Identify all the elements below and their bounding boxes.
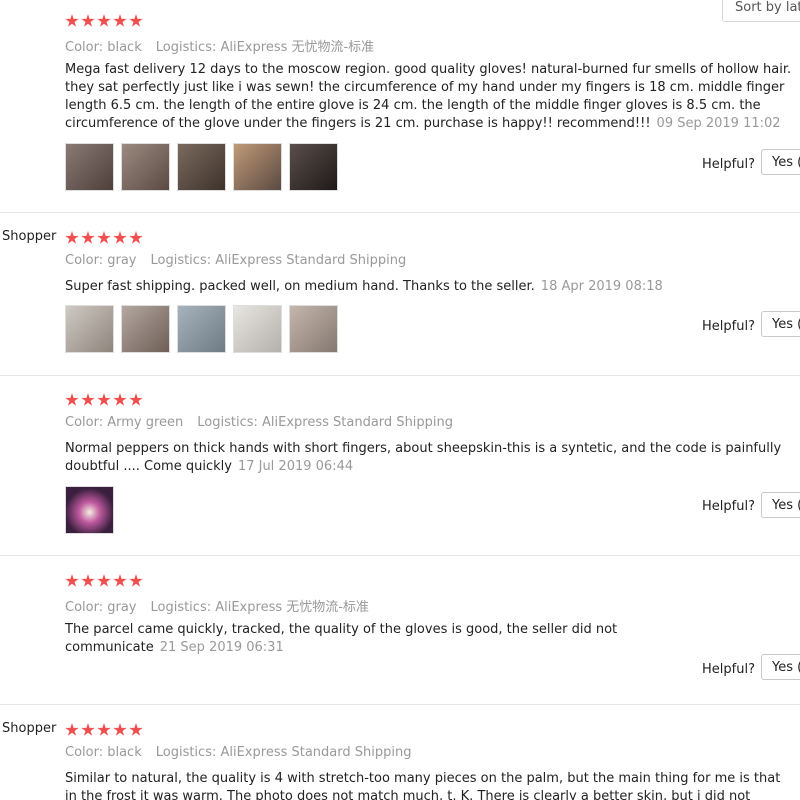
review-color: Color: gray (65, 253, 137, 268)
review-photos (65, 305, 338, 355)
review-divider (0, 555, 800, 556)
sort-dropdown[interactable]: Sort by late (722, 0, 800, 22)
star-icon (97, 14, 111, 27)
helpful-label: Helpful? (702, 157, 755, 172)
review-text: Normal peppers on thick hands with short… (65, 440, 795, 476)
review-photo-thumbnail[interactable] (289, 143, 338, 191)
review-date: 18 Apr 2019 08:18 (540, 279, 663, 294)
star-rating (65, 722, 145, 738)
review-photo-thumbnail[interactable] (233, 305, 282, 353)
review-body: Similar to natural, the quality is 4 wit… (65, 771, 781, 800)
star-icon (81, 574, 95, 587)
star-icon (65, 574, 79, 587)
review-photo-thumbnail[interactable] (177, 143, 226, 191)
review-logistics: Logistics: AliExpress 无忧物流-标准 (150, 600, 369, 615)
helpful-yes-button[interactable]: Yes ( (761, 492, 800, 518)
star-icon (113, 723, 127, 736)
review-date: 17 Jul 2019 06:44 (237, 459, 354, 474)
star-icon (65, 14, 79, 27)
helpful-label: Helpful? (702, 319, 755, 334)
review-divider (0, 704, 800, 705)
star-rating (65, 230, 145, 246)
star-icon (97, 231, 111, 244)
review-meta: Color: black Logistics: AliExpress 无忧物流-标… (65, 36, 374, 55)
review-divider (0, 375, 800, 376)
review-photos (65, 143, 338, 193)
star-icon (65, 723, 79, 736)
helpful-label: Helpful? (702, 662, 755, 677)
review-photo-thumbnail[interactable] (65, 305, 114, 353)
star-icon (113, 393, 127, 406)
star-icon (129, 14, 143, 27)
star-icon (97, 393, 111, 406)
review-meta: Color: gray Logistics: AliExpress Standar… (65, 253, 406, 268)
review-text: Super fast shipping. packed well, on med… (65, 278, 795, 296)
star-icon (129, 231, 143, 244)
reviews-page: Sort by late Color: black Logistics: AliE… (0, 0, 800, 800)
review-photo-thumbnail[interactable] (65, 143, 114, 191)
review-body: Super fast shipping. packed well, on med… (65, 279, 535, 294)
review-color: Color: gray (65, 600, 137, 615)
star-icon (129, 723, 143, 736)
star-icon (65, 393, 79, 406)
review-meta: Color: black Logistics: AliExpress Standa… (65, 745, 411, 760)
review-divider (0, 212, 800, 213)
star-icon (97, 723, 111, 736)
star-icon (81, 393, 95, 406)
star-icon (129, 574, 143, 587)
helpful-yes-button[interactable]: Yes ( (761, 654, 800, 680)
helpful-label: Helpful? (702, 499, 755, 514)
review-logistics: Logistics: AliExpress Standard Shipping (150, 253, 407, 268)
review-photos (65, 486, 114, 536)
review-meta: Color: Army green Logistics: AliExpress S… (65, 415, 453, 430)
review-meta: Color: gray Logistics: AliExpress 无忧物流-标准 (65, 596, 369, 615)
review-body: Normal peppers on thick hands with short… (65, 441, 782, 474)
review-text: Similar to natural, the quality is 4 wit… (65, 770, 795, 800)
review-color: Color: black (65, 40, 142, 55)
star-icon (113, 574, 127, 587)
star-icon (129, 393, 143, 406)
review-photo-thumbnail[interactable] (177, 305, 226, 353)
review-photo-thumbnail[interactable] (121, 143, 170, 191)
reviewer-name: Shopper (2, 721, 57, 736)
review-date: 21 Sep 2019 06:31 (159, 640, 284, 655)
star-icon (65, 231, 79, 244)
star-icon (81, 14, 95, 27)
star-icon (81, 723, 95, 736)
review-logistics: Logistics: AliExpress Standard Shipping (155, 745, 412, 760)
review-photo-thumbnail[interactable] (233, 143, 282, 191)
review-color: Color: Army green (65, 415, 184, 430)
review-body: The parcel came quickly, tracked, the qu… (65, 622, 618, 655)
review-photo-thumbnail[interactable] (289, 305, 338, 353)
review-logistics: Logistics: AliExpress Standard Shipping (197, 415, 454, 430)
star-rating (65, 13, 145, 29)
star-icon (113, 231, 127, 244)
star-rating (65, 392, 145, 408)
star-icon (81, 231, 95, 244)
helpful-yes-button[interactable]: Yes ( (761, 311, 800, 337)
reviewer-name: Shopper (2, 229, 57, 244)
review-photo-thumbnail[interactable] (121, 305, 170, 353)
star-icon (97, 574, 111, 587)
review-text: Mega fast delivery 12 days to the moscow… (65, 61, 795, 133)
review-text: The parcel came quickly, tracked, the qu… (65, 621, 795, 657)
review-logistics: Logistics: AliExpress 无忧物流-标准 (155, 40, 375, 55)
review-date: 09 Sep 2019 11:02 (656, 116, 781, 131)
star-rating (65, 573, 145, 589)
review-photo-thumbnail[interactable] (65, 486, 114, 534)
review-color: Color: black (65, 745, 142, 760)
star-icon (113, 14, 127, 27)
helpful-yes-button[interactable]: Yes ( (761, 149, 800, 175)
